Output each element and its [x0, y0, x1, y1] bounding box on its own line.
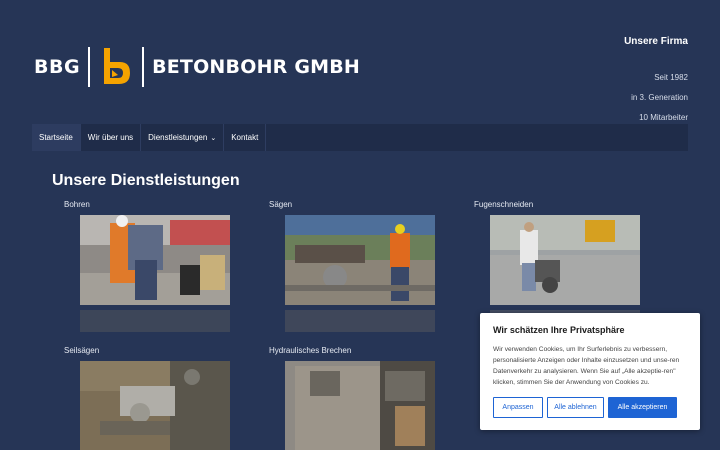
nav-item-label: Wir über uns — [87, 133, 134, 142]
service-card-saegen[interactable]: Sägen — [257, 200, 437, 337]
service-image-seilsaegen[interactable] — [80, 361, 230, 450]
page-title: Unsere Dienstleistungen — [52, 172, 240, 189]
service-label: Seilsägen — [64, 346, 100, 355]
service-card-hydraulisches-brechen[interactable]: Hydraulisches Brechen — [257, 346, 437, 450]
nav-item-label: Startseite — [39, 133, 73, 142]
cookie-button-row: Anpassen Alle ablehnen Alle akzeptieren — [493, 396, 687, 418]
firm-info: Unsere Firma Seit 1982 in 3. Generation … — [624, 36, 688, 133]
cookie-title: Wir schätzen Ihre Privatsphäre — [493, 325, 625, 335]
nav-item-dienstleistungen[interactable]: Dienstleistungen ⌄ — [141, 124, 225, 151]
cookie-consent-dialog: Wir schätzen Ihre Privatsphäre Wir verwe… — [480, 313, 700, 430]
logo-divider — [88, 47, 91, 87]
main-navigation: Startseite Wir über uns Dienstleistungen… — [32, 124, 688, 151]
firm-info-title: Unsere Firma — [624, 36, 688, 47]
nav-item-label: Kontakt — [231, 133, 259, 142]
service-label: Fugenschneiden — [474, 200, 534, 209]
nav-item-wir-ueber-uns[interactable]: Wir über uns — [81, 124, 142, 151]
chevron-down-icon: ⌄ — [210, 134, 217, 142]
service-image-fugenschneiden[interactable] — [490, 215, 640, 305]
service-label: Bohren — [64, 200, 90, 209]
cookie-customize-button[interactable]: Anpassen — [493, 396, 543, 418]
nav-item-label: Dienstleistungen — [148, 133, 208, 142]
cookie-description: Wir verwenden Cookies, um Ihr Surferlebn… — [493, 346, 680, 386]
service-label: Hydraulisches Brechen — [269, 346, 352, 355]
firm-info-line: in 3. Generation — [631, 93, 688, 102]
service-image-hydraulisches-brechen[interactable] — [285, 361, 435, 450]
cookie-accept-all-button[interactable]: Alle akzeptieren — [608, 396, 677, 418]
service-label: Sägen — [269, 200, 293, 209]
logo-short-text: BBG — [34, 56, 81, 78]
service-image-bohren[interactable] — [80, 215, 230, 305]
logo-mark-icon — [104, 48, 131, 84]
site-logo[interactable]: BBG BETONBOHR GMBH — [34, 46, 360, 88]
service-card-bohren[interactable]: Bohren — [52, 200, 232, 337]
service-image-reflection — [80, 310, 230, 332]
firm-info-line: 10 Mitarbeiter — [639, 113, 688, 122]
logo-company-name: BETONBOHR GMBH — [152, 56, 361, 78]
service-image-saegen[interactable] — [285, 215, 435, 305]
firm-info-line: Seit 1982 — [654, 73, 688, 82]
site-header: BBG BETONBOHR GMBH Unsere Firma Seit 198… — [0, 0, 720, 124]
service-image-reflection — [285, 310, 435, 332]
logo-divider — [142, 47, 145, 87]
nav-item-startseite[interactable]: Startseite — [32, 124, 81, 151]
nav-item-kontakt[interactable]: Kontakt — [224, 124, 267, 151]
cookie-reject-all-button[interactable]: Alle ablehnen — [547, 396, 604, 418]
service-card-seilsaegen[interactable]: Seilsägen — [52, 346, 232, 450]
